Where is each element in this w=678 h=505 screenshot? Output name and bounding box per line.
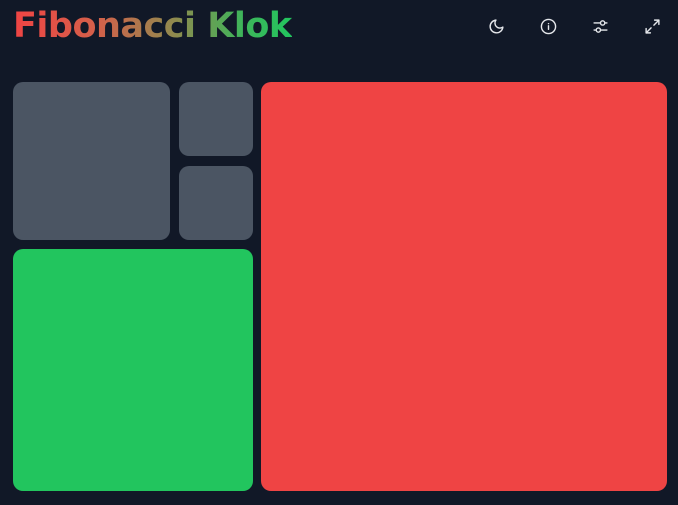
info-button[interactable] xyxy=(532,10,564,42)
square-fib-2 xyxy=(13,82,170,240)
square-fib-1a xyxy=(179,82,253,156)
sliders-icon xyxy=(592,19,608,33)
fullscreen-button[interactable] xyxy=(636,10,668,42)
moon-icon xyxy=(489,18,504,33)
settings-button[interactable] xyxy=(584,10,616,42)
theme-toggle-button[interactable] xyxy=(480,10,512,42)
app-title: Fibonacci Klok xyxy=(13,6,292,46)
square-fib-1b xyxy=(179,166,253,240)
expand-icon xyxy=(644,18,660,34)
toolbar xyxy=(480,10,668,42)
square-fib-3 xyxy=(13,249,253,491)
info-icon xyxy=(540,18,556,34)
square-fib-5 xyxy=(261,82,667,491)
